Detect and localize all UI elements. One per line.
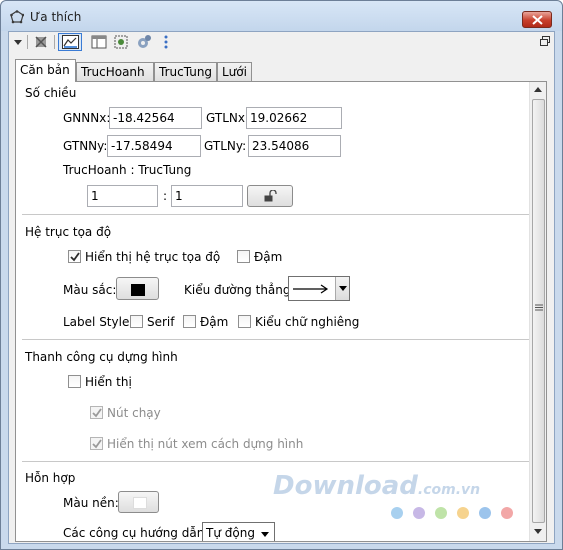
protocol-button-label: Hiển thị nút xem cách dựng hình: [107, 437, 304, 451]
play-button-label: Nút chạy: [107, 406, 161, 420]
toolbar-separator: [54, 35, 55, 49]
grip-icon: [535, 304, 543, 311]
ratio-separator: :: [163, 189, 168, 203]
tab-label: TrucHoanh: [81, 65, 145, 79]
tab-grid[interactable]: Lưới: [217, 62, 252, 81]
xmin-field[interactable]: -18.42564: [109, 107, 202, 129]
watermark-dot: [479, 507, 491, 519]
settings-icon[interactable]: [136, 34, 152, 50]
close-button[interactable]: [522, 11, 552, 28]
axes-bold-label: Đậm: [254, 250, 283, 264]
section-divider: [22, 214, 530, 215]
tab-label: TrucTung: [159, 65, 213, 79]
color-swatch: [133, 497, 147, 509]
chevron-down-icon: [339, 286, 347, 291]
scroll-up-icon[interactable]: [534, 87, 542, 92]
watermark: Download.com.vn: [273, 471, 480, 501]
ymin-label: GTNNy:: [63, 139, 108, 153]
graphics-view-icon: [62, 35, 79, 49]
defaults-icon[interactable]: [113, 34, 129, 50]
section-divider: [22, 339, 530, 340]
tooltips-label: Các công cụ hướng dẫn:: [63, 526, 209, 540]
section-title-axes: Hệ trục tọa độ: [25, 225, 112, 239]
label-bold-label: Đậm: [200, 315, 229, 329]
chevron-down-icon: [261, 532, 269, 537]
section-title-misc: Hỗn hợp: [25, 471, 76, 485]
watermark-text: Download: [273, 471, 418, 501]
tab-yaxis[interactable]: TrucTung: [154, 62, 217, 81]
toolbar: [9, 32, 554, 52]
ymax-label: GTLNy:: [204, 139, 247, 153]
scroll-down-icon[interactable]: [534, 529, 542, 534]
graphics-view-button[interactable]: [58, 33, 82, 51]
client-area: Căn bản TrucHoanh TrucTung Lưới Số chiều…: [8, 31, 555, 544]
checkmark-icon: [92, 439, 102, 449]
play-button-checkbox[interactable]: [90, 406, 103, 419]
xmax-field[interactable]: 19.02662: [246, 107, 342, 129]
show-construction-bar-checkbox[interactable]: [68, 375, 81, 388]
layout-icon[interactable]: [91, 34, 107, 50]
axes-bold-checkbox[interactable]: [237, 250, 250, 263]
axes-color-button[interactable]: [116, 277, 159, 300]
window-title: Ưa thích: [30, 10, 82, 24]
section-divider: [22, 461, 530, 462]
tab-label: Lưới: [222, 65, 247, 79]
watermark-dot: [457, 507, 469, 519]
serif-checkbox[interactable]: [130, 315, 143, 328]
tab-basic[interactable]: Căn bản: [15, 59, 76, 82]
scroll-thumb[interactable]: [532, 99, 545, 523]
unlock-icon: [264, 190, 277, 202]
serif-label: Serif: [147, 315, 175, 329]
more-icon[interactable]: [163, 34, 169, 50]
lock-ratio-button[interactable]: [247, 185, 293, 207]
checkmark-icon: [70, 252, 80, 262]
xmax-label: GTLNx:: [206, 111, 250, 125]
color-swatch: [131, 284, 145, 296]
watermark-dot: [413, 507, 425, 519]
vertical-scrollbar[interactable]: [529, 82, 546, 541]
dropdown-button[interactable]: [335, 277, 349, 300]
ratio-y-field[interactable]: 1: [171, 185, 243, 207]
bg-color-button[interactable]: [118, 491, 159, 513]
preferences-window: Ưa thích Căn bản TrucHoanh TrucTung Lưới…: [0, 0, 563, 550]
axes-color-label: Màu sắc:: [63, 283, 117, 297]
label-style-label: Label Style: [63, 315, 130, 329]
arrow-line-icon: [293, 284, 329, 294]
tab-label: Căn bản: [20, 63, 70, 77]
show-construction-bar-label: Hiển thị: [85, 375, 132, 389]
italic-checkbox[interactable]: [238, 315, 251, 328]
checkmark-icon: [92, 408, 102, 418]
close-icon: [532, 15, 543, 25]
show-axes-checkbox[interactable]: [68, 250, 81, 263]
app-icon: [10, 10, 24, 24]
ymin-field[interactable]: -17.58494: [107, 135, 201, 157]
title-bar[interactable]: Ưa thích: [1, 1, 562, 31]
italic-label: Kiểu chữ nghiêng: [255, 315, 360, 329]
xmin-label: GNNNx:: [63, 111, 111, 125]
toolbar-separator: [27, 35, 28, 49]
tooltips-dropdown[interactable]: Tự động: [202, 522, 275, 541]
tab-xaxis[interactable]: TrucHoanh: [76, 62, 154, 81]
axes-ratio-label: TrucHoanh : TrucTung: [63, 163, 192, 177]
watermark-dot: [391, 507, 403, 519]
watermark-dot: [501, 507, 513, 519]
protocol-button-checkbox[interactable]: [90, 437, 103, 450]
section-title-construction-bar: Thanh công cụ dựng hình: [25, 350, 178, 364]
restore-icon[interactable]: [540, 36, 550, 46]
dropdown-arrow-icon[interactable]: [12, 34, 24, 50]
show-axes-label: Hiển thị hệ trục tọa độ: [85, 250, 221, 264]
watermark-suffix: .com.vn: [417, 482, 481, 498]
ymax-field[interactable]: 23.54086: [248, 135, 341, 157]
shapes-icon[interactable]: [33, 34, 49, 50]
ratio-x-field[interactable]: 1: [87, 185, 158, 207]
section-title-dimensions: Số chiều: [25, 86, 77, 100]
label-bold-checkbox[interactable]: [183, 315, 196, 328]
tooltips-value: Tự động: [206, 526, 255, 540]
line-style-dropdown[interactable]: [288, 276, 350, 301]
watermark-dot: [435, 507, 447, 519]
bg-color-label: Màu nền:: [63, 496, 119, 510]
line-style-label: Kiểu đường thẳng:: [184, 283, 295, 297]
